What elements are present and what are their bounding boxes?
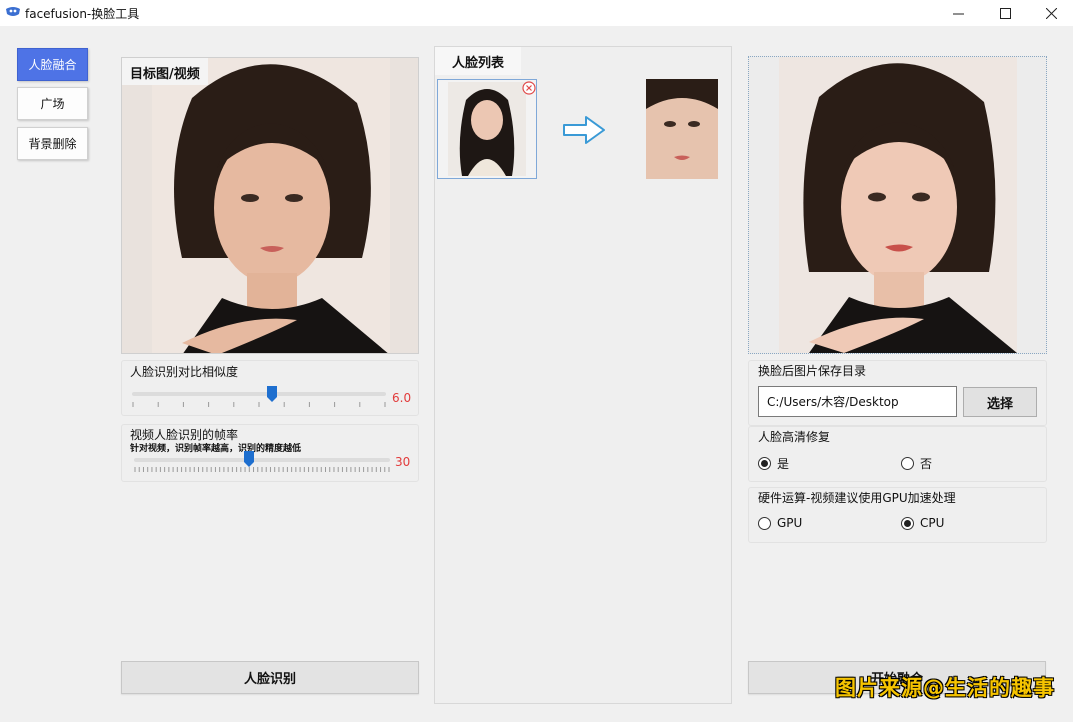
hd-repair-no-radio[interactable]: 否 (901, 455, 932, 472)
result-portrait-image (779, 57, 1017, 353)
hardware-cpu-radio[interactable]: CPU (901, 516, 944, 530)
maximize-button[interactable] (982, 0, 1028, 26)
target-face-thumbnail (646, 79, 718, 179)
similarity-group: 人脸识别对比相似度 6.0 (121, 360, 419, 416)
nav-face-fusion-button[interactable]: 人脸融合 (17, 48, 88, 81)
similarity-slider-thumb[interactable] (266, 386, 277, 402)
similarity-label: 人脸识别对比相似度 (130, 365, 239, 379)
radio-checked-icon (758, 457, 771, 470)
save-dir-label: 换脸后图片保存目录 (758, 364, 867, 378)
face-list-panel: 人脸列表 (434, 46, 732, 704)
target-image-frame[interactable]: 目标图/视频 (121, 57, 419, 354)
hardware-gpu-label: GPU (777, 516, 803, 530)
radio-unchecked-icon (901, 457, 914, 470)
face-list-tab[interactable]: 人脸列表 (435, 47, 521, 75)
hd-repair-no-label: 否 (920, 457, 933, 471)
title-bar: facefusion-换脸工具 (0, 0, 1073, 26)
source-face-thumbnail[interactable] (437, 79, 537, 179)
hardware-gpu-radio[interactable]: GPU (758, 516, 802, 530)
app-icon (6, 7, 20, 16)
save-dir-input[interactable] (758, 386, 957, 417)
minimize-button[interactable] (935, 0, 981, 26)
hd-repair-label: 人脸高清修复 (758, 430, 831, 444)
framerate-group: 视频人脸识别的帧率 针对视频，识别帧率越高，识别的精度越低 30 (121, 424, 419, 482)
similarity-value: 6.0 (392, 391, 412, 405)
hardware-cpu-label: CPU (920, 516, 945, 530)
framerate-hint: 针对视频，识别帧率越高，识别的精度越低 (130, 444, 302, 454)
result-image-frame (748, 56, 1047, 354)
maximize-icon (999, 7, 1011, 19)
similarity-slider-track[interactable] (132, 392, 386, 396)
framerate-value: 30 (395, 455, 411, 469)
choose-dir-button[interactable]: 选择 (963, 387, 1037, 417)
hd-repair-yes-radio[interactable]: 是 (758, 455, 789, 472)
similarity-slider-ticks (132, 402, 386, 407)
framerate-slider-track[interactable] (134, 458, 390, 462)
hardware-label: 硬件运算-视频建议使用GPU加速处理 (758, 491, 956, 505)
minimize-icon (952, 13, 964, 14)
window-title: facefusion-换脸工具 (25, 7, 140, 21)
watermark-text: 图片来源@生活的趣事 (835, 676, 1055, 700)
framerate-slider-thumb[interactable] (244, 451, 255, 467)
target-portrait-image (122, 58, 418, 353)
framerate-slider-ticks (134, 467, 390, 472)
target-frame-tag: 目标图/视频 (122, 58, 208, 85)
close-icon (1045, 7, 1057, 19)
nav-plaza-button[interactable]: 广场 (17, 87, 88, 120)
radio-unchecked-icon (758, 516, 771, 530)
hardware-group: 硬件运算-视频建议使用GPU加速处理 GPU CPU (748, 487, 1047, 543)
hd-repair-yes-label: 是 (777, 457, 790, 471)
hd-repair-group: 人脸高清修复 是 否 (748, 426, 1047, 482)
remove-face-icon[interactable] (522, 81, 536, 95)
face-detect-button[interactable]: 人脸识别 (121, 661, 419, 694)
target-face-image (646, 79, 718, 179)
arrow-right-icon (563, 116, 605, 144)
nav-background-remove-button[interactable]: 背景删除 (17, 127, 88, 160)
radio-checked-icon (901, 516, 914, 530)
close-button[interactable] (1028, 0, 1073, 26)
